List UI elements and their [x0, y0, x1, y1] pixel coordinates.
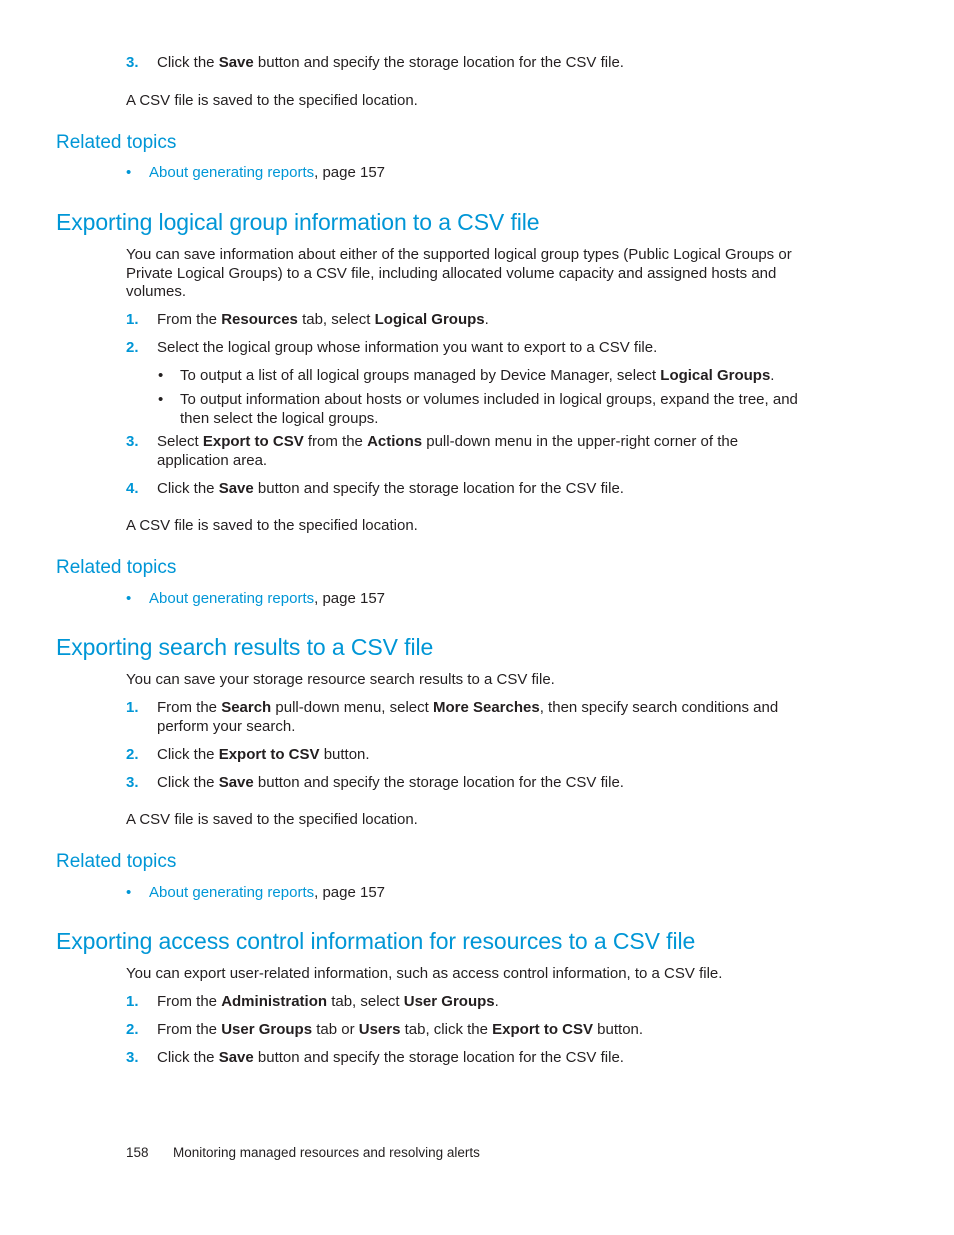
- section-intro: You can export user-related information,…: [126, 965, 723, 982]
- step-number: 3.: [126, 1049, 139, 1066]
- step-number: 2.: [126, 746, 139, 763]
- result-text: A CSV file is saved to the specified loc…: [126, 92, 418, 109]
- section-heading: Exporting search results to a CSV file: [56, 634, 434, 660]
- bullet-icon: •: [126, 164, 132, 181]
- section-intro: You can save information about either of…: [126, 246, 792, 300]
- bullet-icon: •: [126, 884, 132, 901]
- related-topic-link[interactable]: About generating reports: [149, 164, 314, 181]
- related-topic-link[interactable]: About generating reports: [149, 884, 314, 901]
- section-heading: Exporting logical group information to a…: [56, 209, 540, 235]
- related-topic-item: • About generating reports, page 157: [126, 164, 386, 181]
- step-number: 2.: [126, 1021, 139, 1038]
- result-text: A CSV file is saved to the specified loc…: [126, 517, 418, 534]
- related-topic-item: • About generating reports, page 157: [126, 884, 386, 901]
- related-topics-heading: Related topics: [56, 851, 177, 872]
- chapter-title: Monitoring managed resources and resolvi…: [173, 1145, 480, 1160]
- step-number: 1.: [126, 311, 139, 328]
- step-number: 3.: [126, 433, 139, 450]
- step-number: 3.: [126, 774, 139, 791]
- step-number: 2.: [126, 339, 139, 356]
- section-intro: You can save your storage resource searc…: [126, 671, 555, 688]
- step-number: 3.: [126, 54, 139, 71]
- related-topic-item: • About generating reports, page 157: [126, 590, 386, 607]
- result-text: A CSV file is saved to the specified loc…: [126, 811, 418, 828]
- section-heading: Exporting access control information for…: [56, 928, 696, 954]
- step-number: 1.: [126, 699, 139, 716]
- step-number: 4.: [126, 480, 139, 497]
- page-number: 158: [126, 1145, 149, 1160]
- related-topic-link[interactable]: About generating reports: [149, 590, 314, 607]
- bullet-icon: •: [158, 367, 164, 384]
- bullet-icon: •: [126, 590, 132, 607]
- bullet-icon: •: [158, 391, 164, 408]
- related-topics-heading: Related topics: [56, 132, 177, 153]
- page-footer: 158 Monitoring managed resources and reso…: [126, 1145, 480, 1160]
- step-number: 1.: [126, 993, 139, 1010]
- related-topics-heading: Related topics: [56, 557, 177, 578]
